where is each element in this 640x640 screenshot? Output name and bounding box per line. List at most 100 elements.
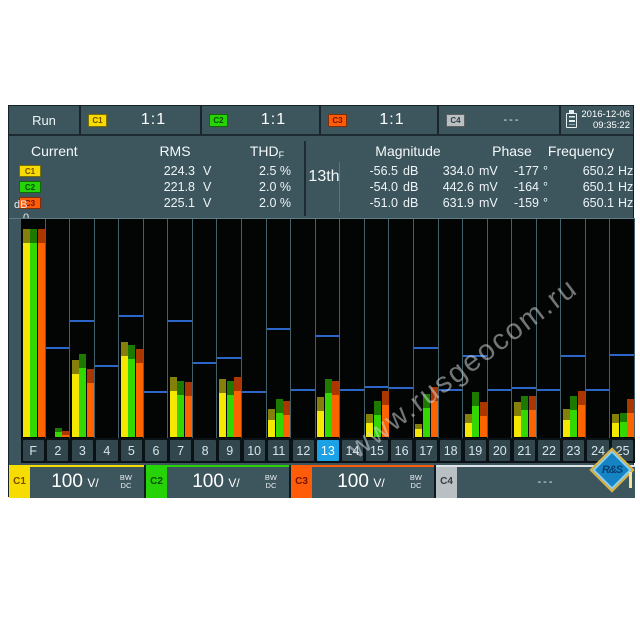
harmonic-label-10[interactable]: 10 xyxy=(244,440,265,461)
c1-color-strip xyxy=(9,465,144,467)
harmonic-label-20[interactable]: 20 xyxy=(489,440,510,461)
bar-c3-17 xyxy=(431,387,438,437)
rms-value: 224.3 xyxy=(129,164,195,178)
harmonic-label-17[interactable]: 17 xyxy=(416,440,437,461)
harmonic-column-12 xyxy=(291,219,316,439)
harmonic-column-22 xyxy=(537,219,562,439)
harmonic-label-4[interactable]: 4 xyxy=(96,440,117,461)
harmonic-label-21[interactable]: 21 xyxy=(514,440,535,461)
harmonic-label-23[interactable]: 23 xyxy=(563,440,584,461)
phase-unit: ° xyxy=(543,196,548,210)
bar-c2-25 xyxy=(620,413,627,438)
harmonic-column-7 xyxy=(168,219,193,439)
measurement-table: Current RMS THDF C1 C2 C3 224.3 V 2.5 % … xyxy=(9,138,633,218)
c1-probe-ratio: 1:1 xyxy=(107,111,200,129)
harmonic-label-16[interactable]: 16 xyxy=(391,440,412,461)
bar-c2-23 xyxy=(570,396,577,437)
rms-value: 225.1 xyxy=(129,196,195,210)
row-c1-badge: C1 xyxy=(19,165,41,177)
topbar-channel-c1[interactable]: C1 1:1 xyxy=(81,106,202,134)
rms-header: RMS xyxy=(145,143,205,159)
c3-color-strip xyxy=(291,465,434,467)
bar-c2-15 xyxy=(374,401,381,437)
freq-value: 650.1 xyxy=(568,196,614,210)
page: Run C1 1:1 C2 1:1 C3 1:1 C4 --- 2016-1 xyxy=(0,0,640,640)
thd-header: THDF xyxy=(237,143,297,160)
phase-header: Phase xyxy=(482,143,542,159)
harmonic-column-25 xyxy=(610,219,635,439)
harmonic-label-5[interactable]: 5 xyxy=(121,440,142,461)
plot-area xyxy=(21,219,635,439)
harmonic-label-18[interactable]: 18 xyxy=(440,440,461,461)
channel-settings-bar: C1 100 V/ BWDC C2 100 V/ BWDC C3 100 V/ … xyxy=(9,465,635,498)
limit-marker xyxy=(193,362,217,364)
mag-v-unit: mV xyxy=(479,196,498,210)
bar-c2-5 xyxy=(128,345,135,437)
channel-c3-settings[interactable]: C3 100 V/ BWDC xyxy=(291,465,436,498)
harmonic-column-18 xyxy=(439,219,464,439)
c2-scale: 100 xyxy=(192,471,224,492)
harmonic-label-13[interactable]: 13 xyxy=(317,440,338,461)
harmonic-column-14 xyxy=(340,219,365,439)
harmonic-label-19[interactable]: 19 xyxy=(465,440,486,461)
phase-value: -177 xyxy=(511,164,539,178)
harmonic-label-15[interactable]: 15 xyxy=(366,440,387,461)
harmonic-label-8[interactable]: 8 xyxy=(194,440,215,461)
mag-db-value: -51.0 xyxy=(342,196,398,210)
date-label: 2016-12-06 xyxy=(581,109,630,120)
harmonics-chart xyxy=(9,218,635,438)
harmonic-label-22[interactable]: 22 xyxy=(538,440,559,461)
limit-marker xyxy=(537,389,561,391)
bar-c1-17 xyxy=(415,424,422,437)
harmonic-column-F xyxy=(21,219,46,439)
bar-c3-F xyxy=(38,229,45,437)
bar-c3-23 xyxy=(578,391,585,437)
limit-marker xyxy=(610,354,634,356)
limit-marker xyxy=(365,386,389,388)
c1-scale: 100 xyxy=(51,471,83,492)
limit-marker xyxy=(46,347,70,349)
harmonic-label-6[interactable]: 6 xyxy=(145,440,166,461)
harmonic-label-F[interactable]: F xyxy=(23,440,44,461)
c2-color-strip xyxy=(146,465,289,467)
topbar-channel-c4[interactable]: C4 --- xyxy=(439,106,561,134)
harmonic-column-2 xyxy=(46,219,71,439)
row-c2-badge: C2 xyxy=(19,181,41,193)
bar-c1-5 xyxy=(121,342,128,437)
bar-c3-21 xyxy=(529,396,536,437)
limit-marker xyxy=(242,391,266,393)
thd-value: 2.0 % xyxy=(229,180,291,194)
run-button[interactable]: Run xyxy=(9,106,81,134)
limit-marker xyxy=(144,391,168,393)
topbar-channel-c3[interactable]: C3 1:1 xyxy=(321,106,439,134)
harmonic-column-4 xyxy=(95,219,120,439)
channel-c2-settings[interactable]: C2 100 V/ BWDC xyxy=(146,465,291,498)
c2-coupling: BWDC xyxy=(265,474,277,490)
harmonic-label-9[interactable]: 9 xyxy=(219,440,240,461)
rms-unit: V xyxy=(203,164,211,178)
topbar-channel-c2[interactable]: C2 1:1 xyxy=(202,106,321,134)
harmonic-label-7[interactable]: 7 xyxy=(170,440,191,461)
limit-marker xyxy=(512,387,536,389)
limit-marker xyxy=(488,389,512,391)
thd-value: 2.5 % xyxy=(229,164,291,178)
harmonic-column-5 xyxy=(119,219,144,439)
harmonic-label-12[interactable]: 12 xyxy=(293,440,314,461)
harmonic-label-11[interactable]: 11 xyxy=(268,440,289,461)
channel-c1-settings[interactable]: C1 100 V/ BWDC xyxy=(9,465,146,498)
harmonic-label-14[interactable]: 14 xyxy=(342,440,363,461)
bar-c3-7 xyxy=(185,382,192,437)
harmonic-label-3[interactable]: 3 xyxy=(72,440,93,461)
c4-probe-ratio: --- xyxy=(465,114,559,126)
run-label: Run xyxy=(32,113,56,128)
harmonic-label-2[interactable]: 2 xyxy=(47,440,68,461)
bar-c3-25 xyxy=(627,399,634,437)
mag-db-unit: dB xyxy=(403,164,418,178)
limit-marker xyxy=(463,355,487,357)
harmonic-column-6 xyxy=(144,219,169,439)
bar-c3-9 xyxy=(234,377,241,437)
limit-marker xyxy=(267,328,291,330)
c2-probe-ratio: 1:1 xyxy=(228,111,319,129)
mag-v-value: 334.0 xyxy=(424,164,474,178)
c2-badge: C2 xyxy=(209,114,228,127)
